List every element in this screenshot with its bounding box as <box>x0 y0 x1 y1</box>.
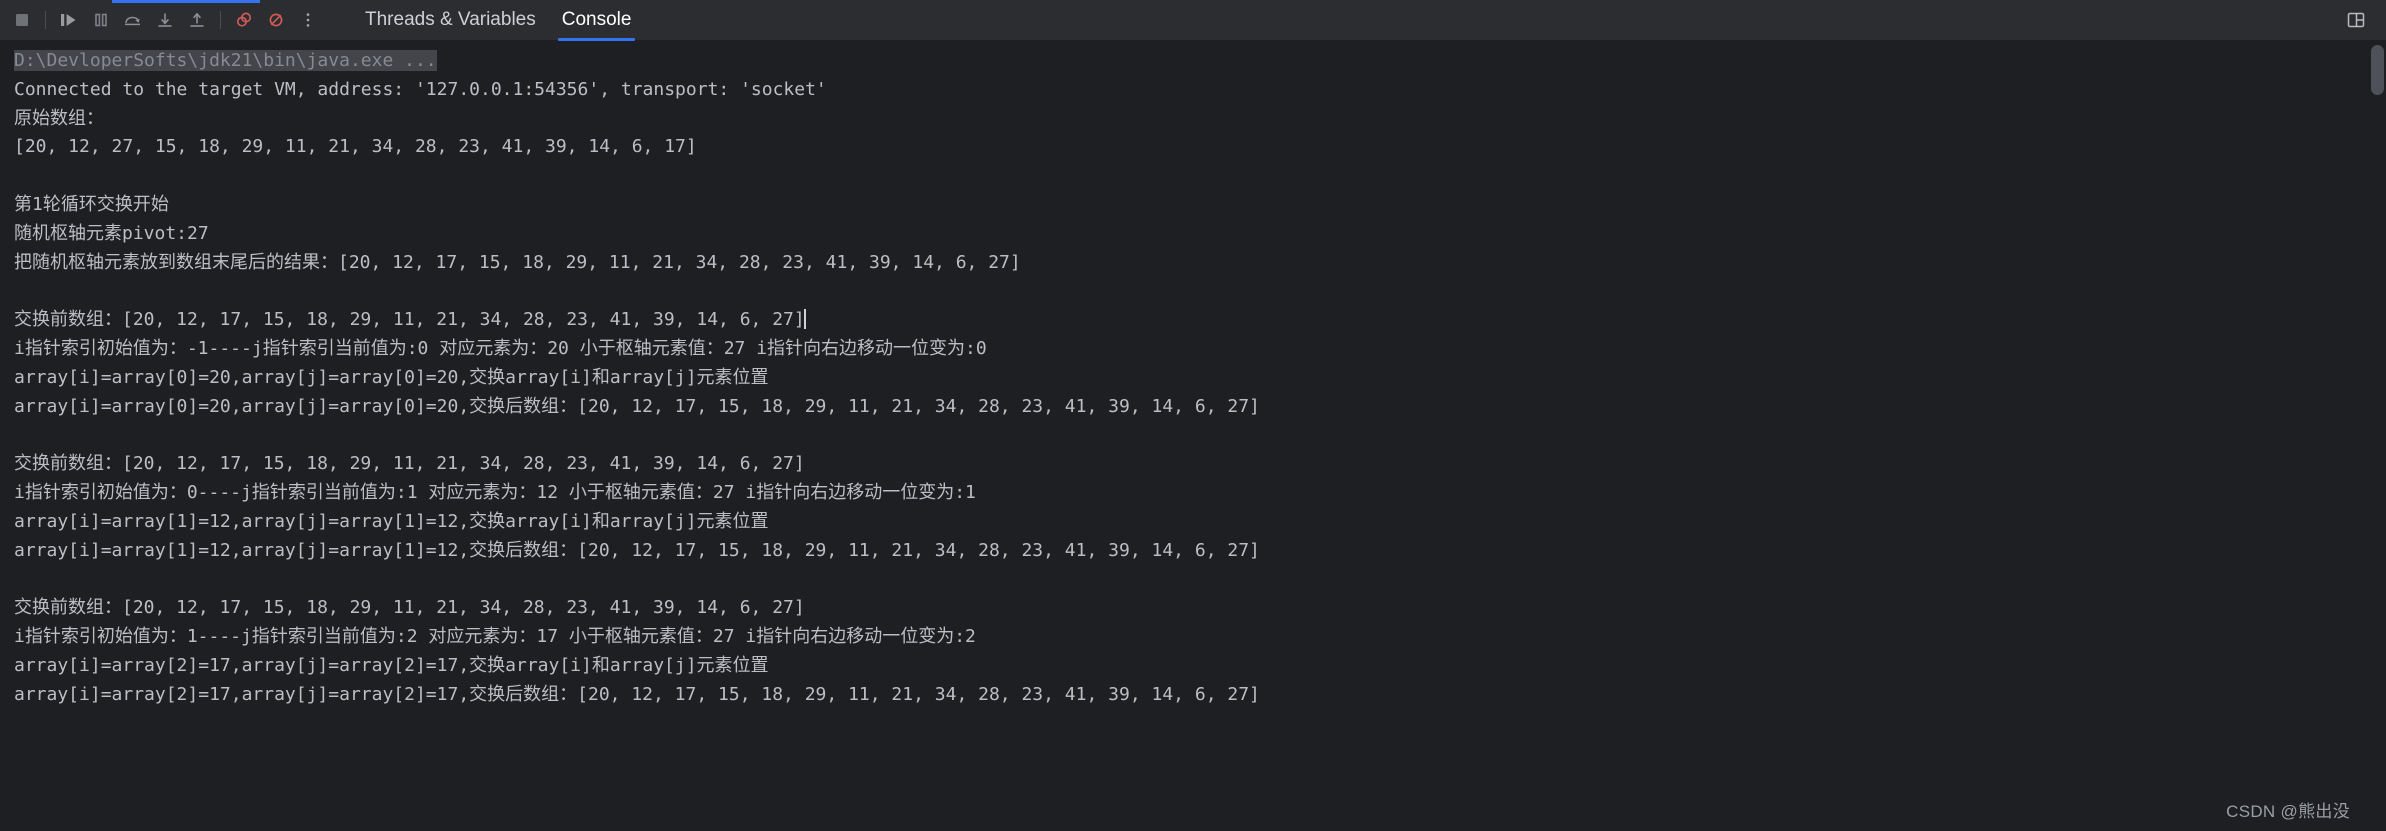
console-tabs: Threads & Variables Console <box>352 0 644 41</box>
console-line-text: array[i]=array[1]=12,array[j]=array[1]=1… <box>14 510 769 532</box>
console-line-text <box>14 424 25 445</box>
view-breakpoints-button[interactable] <box>228 4 260 36</box>
watermark: CSDN @熊出没 <box>2226 802 2350 821</box>
console-line: i指针索引初始值为：1----j指针索引当前值为:2 对应元素为：17 小于枢轴… <box>14 623 2386 652</box>
console-line: array[i]=array[0]=20,array[j]=array[0]=2… <box>14 393 2386 422</box>
more-options-button[interactable] <box>292 4 324 36</box>
console-line: array[i]=array[2]=17,array[j]=array[2]=1… <box>14 652 2386 681</box>
scrollbar-thumb[interactable] <box>2371 45 2384 95</box>
tab-label: Threads & Variables <box>365 9 536 30</box>
console-line: i指针索引初始值为：-1----j指针索引当前值为:0 对应元素为：20 小于枢… <box>14 335 2386 364</box>
console-line: i指针索引初始值为：0----j指针索引当前值为:1 对应元素为：12 小于枢轴… <box>14 479 2386 508</box>
console-line: Connected to the target VM, address: '12… <box>14 76 2386 105</box>
console-line-text <box>14 280 25 301</box>
console-line-text: 交换前数组：[20, 12, 17, 15, 18, 29, 11, 21, 3… <box>14 309 805 331</box>
console-line: 交换前数组：[20, 12, 17, 15, 18, 29, 11, 21, 3… <box>14 450 2386 479</box>
console-line-text: i指针索引初始值为：1----j指针索引当前值为:2 对应元素为：17 小于枢轴… <box>14 625 976 647</box>
toolbar-right-actions <box>2340 4 2386 36</box>
console-line: array[i]=array[1]=12,array[j]=array[1]=1… <box>14 508 2386 537</box>
console-line-text: i指针索引初始值为：-1----j指针索引当前值为:0 对应元素为：20 小于枢… <box>14 337 987 359</box>
pause-program-button[interactable] <box>85 4 117 36</box>
console-line-list: D:\DevloperSofts\jdk21\bin\java.exe ... C… <box>14 47 2386 709</box>
console-line <box>14 277 2386 306</box>
console-line-text: [20, 12, 27, 15, 18, 29, 11, 21, 34, 28,… <box>14 136 697 158</box>
console-line: 交换前数组：[20, 12, 17, 15, 18, 29, 11, 21, 3… <box>14 594 2386 623</box>
tab-console[interactable]: Console <box>549 0 645 41</box>
console-line-text: array[i]=array[0]=20,array[j]=array[0]=2… <box>14 395 1260 417</box>
step-over-button[interactable] <box>117 4 149 36</box>
resume-program-button[interactable] <box>53 4 85 36</box>
console-line-text: 把随机枢轴元素放到数组末尾后的结果：[20, 12, 17, 15, 18, 2… <box>14 251 1021 273</box>
console-vertical-scrollbar[interactable] <box>2369 41 2386 831</box>
debug-console-window: Threads & Variables Console D:\DevloperS… <box>0 0 2386 831</box>
console-line-text <box>14 568 25 589</box>
console-line-text: 交换前数组：[20, 12, 17, 15, 18, 29, 11, 21, 3… <box>14 453 805 475</box>
toolbar-divider-2 <box>220 11 221 29</box>
console-line: D:\DevloperSofts\jdk21\bin\java.exe ... <box>14 47 2386 76</box>
console-line: array[i]=array[1]=12,array[j]=array[1]=1… <box>14 537 2386 566</box>
console-output-panel[interactable]: D:\DevloperSofts\jdk21\bin\java.exe ... C… <box>0 41 2386 831</box>
console-line-text: array[i]=array[2]=17,array[j]=array[2]=1… <box>14 654 769 676</box>
tab-threads-and-variables[interactable]: Threads & Variables <box>352 0 549 41</box>
console-line: 原始数组： <box>14 105 2386 134</box>
console-line-text: 第1轮循环交换开始 <box>14 193 169 215</box>
console-line: 把随机枢轴元素放到数组末尾后的结果：[20, 12, 17, 15, 18, 2… <box>14 249 2386 278</box>
console-line-text: 交换前数组：[20, 12, 17, 15, 18, 29, 11, 21, 3… <box>14 597 805 619</box>
debug-toolbar: Threads & Variables Console <box>0 0 2386 41</box>
console-line-text: array[i]=array[1]=12,array[j]=array[1]=1… <box>14 539 1260 561</box>
stop-button[interactable] <box>6 4 38 36</box>
console-line-text: array[i]=array[2]=17,array[j]=array[2]=1… <box>14 683 1260 705</box>
tab-label: Console <box>561 9 632 30</box>
console-line-text: 随机枢轴元素pivot:27 <box>14 222 209 244</box>
console-line: array[i]=array[2]=17,array[j]=array[2]=1… <box>14 681 2386 710</box>
step-into-button[interactable] <box>149 4 181 36</box>
console-line-text: 原始数组： <box>14 107 104 129</box>
debug-action-buttons <box>0 0 324 41</box>
console-line <box>14 421 2386 450</box>
console-line-text: array[i]=array[0]=20,array[j]=array[0]=2… <box>14 366 769 388</box>
console-line <box>14 162 2386 191</box>
console-line: [20, 12, 27, 15, 18, 29, 11, 21, 34, 28,… <box>14 133 2386 162</box>
layout-settings-icon[interactable] <box>2340 4 2372 36</box>
console-line: array[i]=array[0]=20,array[j]=array[0]=2… <box>14 364 2386 393</box>
console-line-text <box>14 165 25 186</box>
run-progress-indicator <box>112 0 260 3</box>
console-line: 交换前数组：[20, 12, 17, 15, 18, 29, 11, 21, 3… <box>14 306 2386 335</box>
text-caret <box>803 309 806 330</box>
toolbar-divider <box>45 11 46 29</box>
console-line: 随机枢轴元素pivot:27 <box>14 220 2386 249</box>
mute-breakpoints-button[interactable] <box>260 4 292 36</box>
console-line: 第1轮循环交换开始 <box>14 191 2386 220</box>
console-line <box>14 565 2386 594</box>
console-line-text: i指针索引初始值为：0----j指针索引当前值为:1 对应元素为：12 小于枢轴… <box>14 481 976 503</box>
console-line-text: Connected to the target VM, address: '12… <box>14 78 827 100</box>
command-line-highlight: D:\DevloperSofts\jdk21\bin\java.exe ... <box>14 50 437 71</box>
step-out-button[interactable] <box>181 4 213 36</box>
